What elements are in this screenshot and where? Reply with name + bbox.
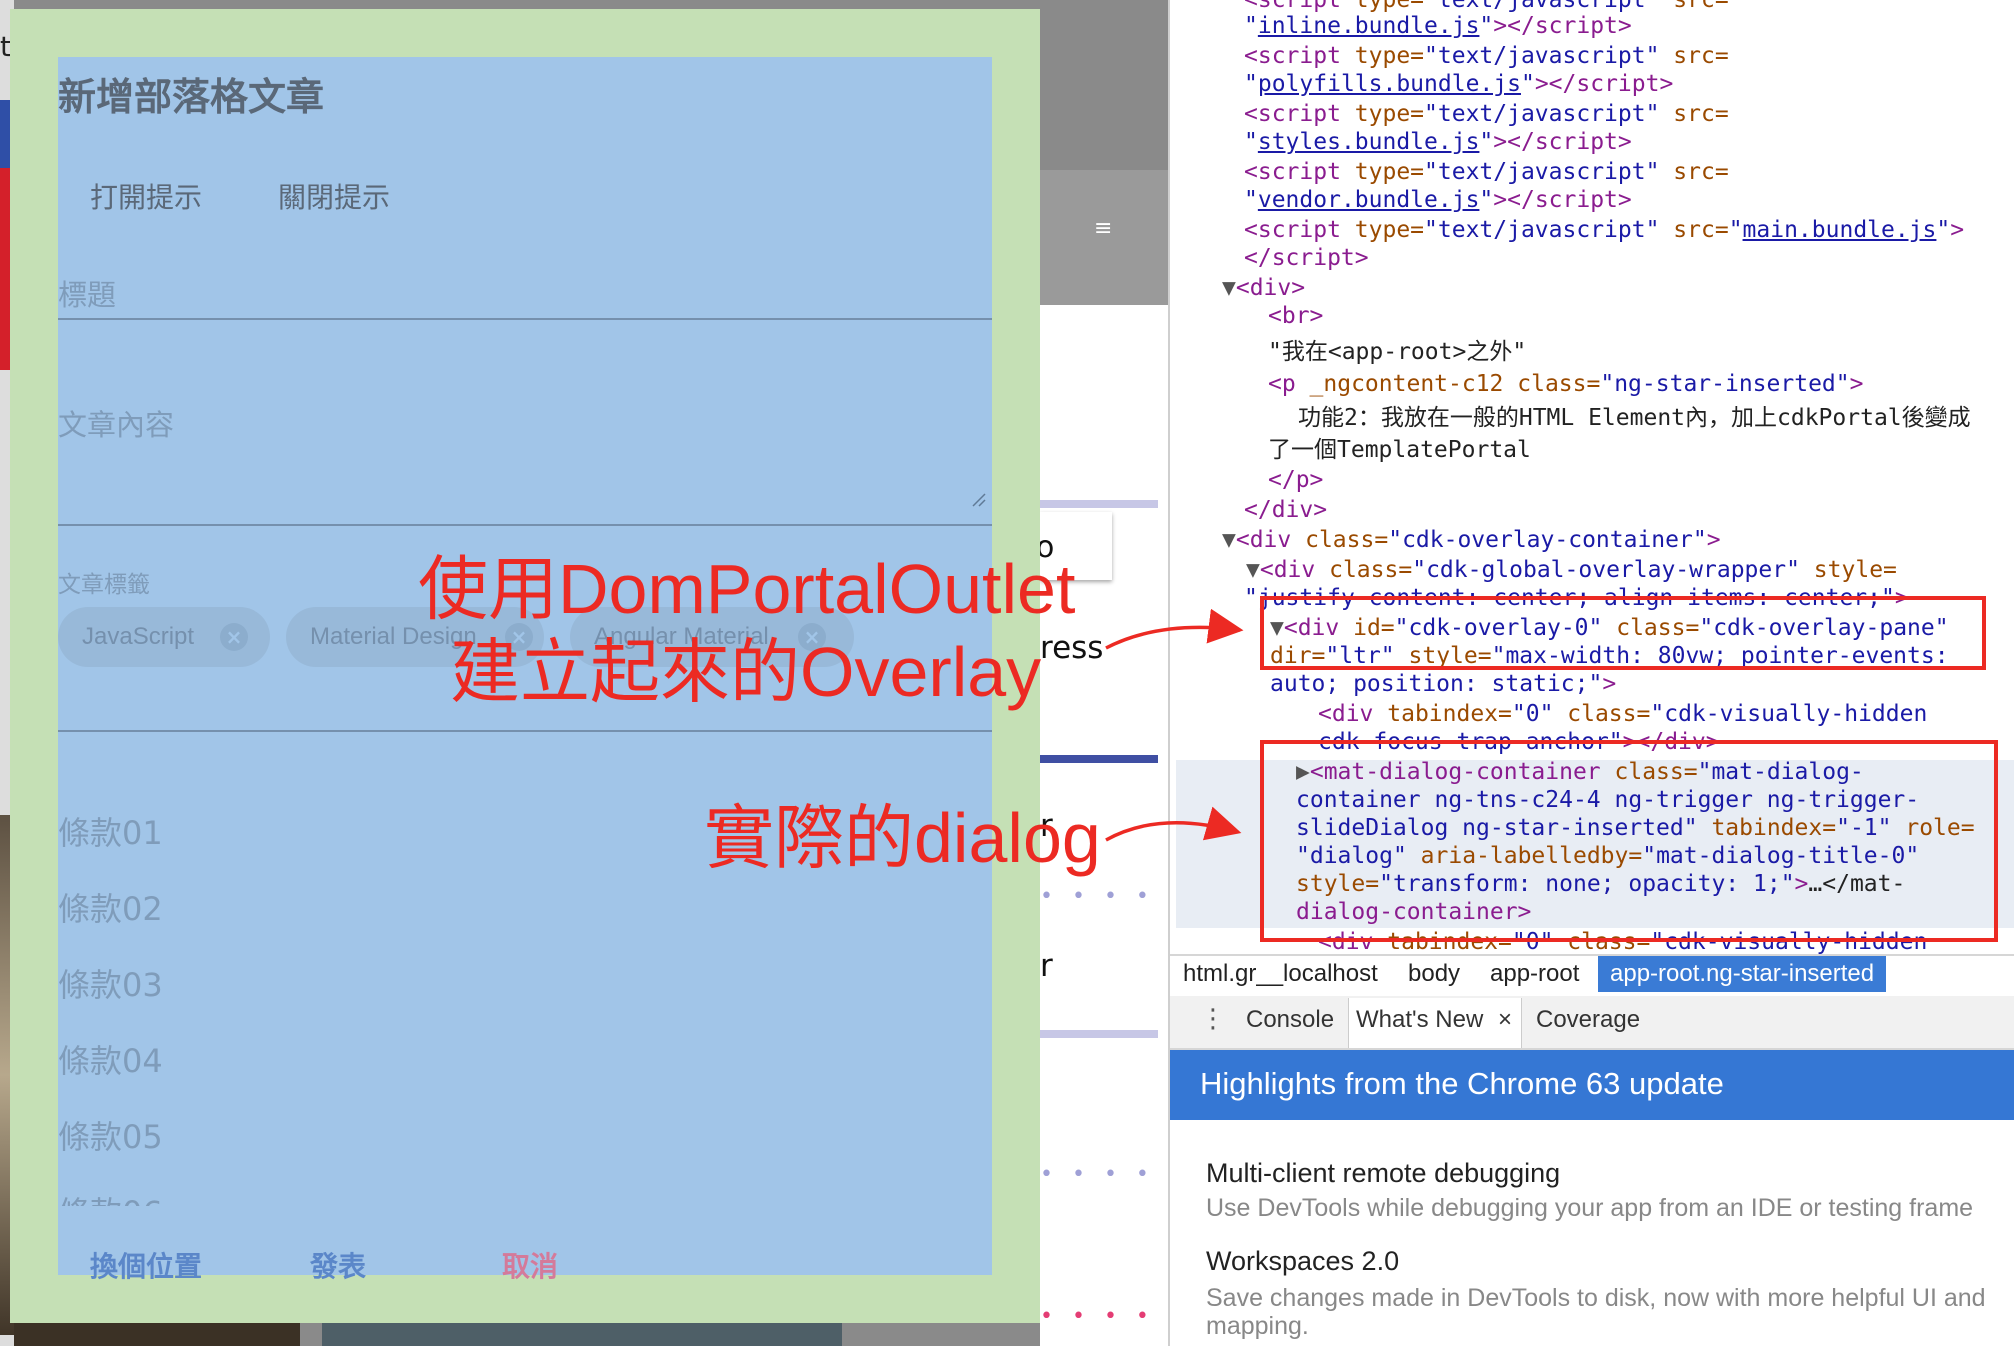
- background-image-b: [322, 1320, 842, 1346]
- annotation-overlay-line-1: 使用DomPortalOutlet: [418, 550, 1076, 628]
- content-textarea[interactable]: 文章內容: [58, 402, 174, 444]
- clause-item[interactable]: 條款01: [58, 808, 163, 854]
- title-input-underline: [58, 318, 992, 320]
- publish-button[interactable]: 發表: [310, 1245, 366, 1285]
- annotation-box-dialog: [1260, 740, 1998, 942]
- tab-whats-new-label: What's New: [1356, 1006, 1484, 1033]
- tag-chip-label: JavaScript: [82, 623, 195, 650]
- annotation-dialog-label: 實際的dialog: [704, 799, 1101, 877]
- script-link[interactable]: styles.bundle.js: [1258, 129, 1480, 155]
- breadcrumb-item[interactable]: app-root: [1490, 960, 1579, 988]
- background-divider: [1040, 500, 1158, 508]
- tags-label: 文章標籤: [58, 572, 150, 598]
- move-position-button[interactable]: 換個位置: [90, 1245, 202, 1285]
- background-divider: [1040, 1030, 1158, 1038]
- remove-tag-icon[interactable]: ×: [220, 623, 248, 651]
- annotation-overlay-line-2: 建立起來的Overlay: [450, 633, 1042, 711]
- breadcrumb-item[interactable]: body: [1408, 960, 1460, 988]
- more-options-icon[interactable]: ⋮: [1200, 1004, 1226, 1034]
- tags-underline: [58, 730, 992, 732]
- breadcrumb-item[interactable]: html.gr__localhost: [1183, 960, 1378, 988]
- highlights-title: Highlights from the Chrome 63 update: [1200, 1066, 1724, 1101]
- clause-item[interactable]: 條款04: [58, 1036, 163, 1082]
- script-link[interactable]: main.bundle.js: [1743, 217, 1937, 243]
- tab-console[interactable]: Console: [1246, 1006, 1334, 1034]
- whats-new-item-title[interactable]: Multi-client remote debugging: [1206, 1158, 1560, 1189]
- background-letter: r: [1040, 948, 1053, 984]
- tab-coverage[interactable]: Coverage: [1536, 1006, 1640, 1034]
- clause-item[interactable]: 條款02: [58, 884, 163, 930]
- dialog-title: 新增部落格文章: [58, 75, 325, 119]
- annotation-box-overlay-pane: [1260, 596, 1986, 670]
- whats-new-item-desc: Save changes made in DevTools to disk, n…: [1206, 1284, 1986, 1340]
- resize-grip-icon[interactable]: [972, 493, 986, 507]
- whats-new-item-desc: Use DevTools while debugging your app fr…: [1206, 1194, 1974, 1222]
- p-text-line-2: 了一個TemplatePortal: [1268, 437, 1531, 463]
- breadcrumb-item-active[interactable]: app-root.ng-star-inserted: [1598, 956, 1887, 992]
- annotation-arrows: [1105, 608, 1244, 842]
- clause-list-clip: [58, 1206, 992, 1242]
- background-image-a: [14, 1320, 300, 1346]
- background-progress-word: ress: [1040, 630, 1104, 666]
- open-tip-button[interactable]: 打開提示: [90, 176, 202, 216]
- list-icon[interactable]: ≡: [1094, 218, 1112, 240]
- content-textarea-underline: [58, 524, 992, 526]
- clause-item[interactable]: 條款03: [58, 960, 163, 1006]
- clause-item[interactable]: 條款05: [58, 1112, 163, 1158]
- text-node: "我在<app-root>之外": [1268, 339, 1527, 365]
- script-link[interactable]: polyfills.bundle.js: [1258, 71, 1521, 97]
- whats-new-item-title[interactable]: Workspaces 2.0: [1206, 1246, 1399, 1277]
- close-tip-button[interactable]: 關閉提示: [278, 176, 390, 216]
- close-tab-icon[interactable]: ×: [1498, 1006, 1512, 1034]
- script-link[interactable]: vendor.bundle.js: [1258, 187, 1480, 213]
- title-input[interactable]: 標題: [58, 272, 116, 314]
- p-text-line-1: 功能2：我放在一般的HTML Element內，加上cdkPortal後變成: [1298, 405, 1971, 431]
- script-link[interactable]: inline.bundle.js: [1258, 13, 1480, 39]
- cancel-button[interactable]: 取消: [502, 1245, 558, 1285]
